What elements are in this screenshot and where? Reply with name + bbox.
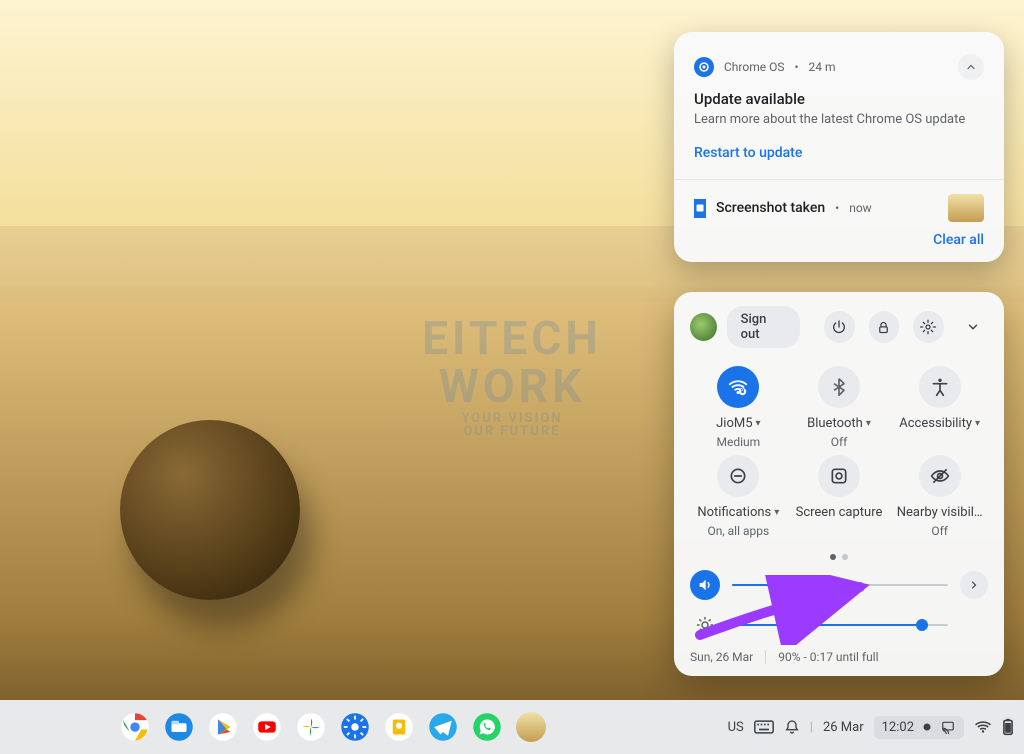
volume-icon[interactable] bbox=[690, 570, 720, 600]
tile-notifications[interactable]: Notifications▾ On, all apps bbox=[690, 455, 787, 538]
collapse-notification-button[interactable] bbox=[958, 54, 984, 80]
app-settings[interactable] bbox=[340, 712, 370, 742]
app-files[interactable] bbox=[164, 712, 194, 742]
app-telegram[interactable] bbox=[428, 712, 458, 742]
app-youtube[interactable] bbox=[252, 712, 282, 742]
volume-slider[interactable] bbox=[732, 584, 948, 586]
notification-screenshot[interactable]: Screenshot taken • now bbox=[690, 186, 988, 226]
chrome-os-icon bbox=[694, 57, 714, 77]
qs-battery-status: 90% - 0:17 until full bbox=[778, 650, 878, 664]
restart-to-update-button[interactable]: Restart to update bbox=[694, 145, 802, 161]
chevron-down-icon: ▾ bbox=[866, 418, 871, 429]
app-keep[interactable] bbox=[384, 712, 414, 742]
notification-panel: Chrome OS • 24 m Update available Learn … bbox=[674, 32, 1004, 262]
user-avatar[interactable] bbox=[690, 313, 717, 341]
qs-date: Sun, 26 Mar bbox=[690, 650, 753, 664]
screenshot-icon bbox=[694, 199, 706, 218]
app-photos[interactable] bbox=[296, 712, 326, 742]
night-light-icon bbox=[920, 720, 934, 734]
notification-age: now bbox=[849, 201, 872, 215]
shelf-apps bbox=[120, 712, 546, 742]
tile-bluetooth[interactable]: Bluetooth▾ Off bbox=[791, 366, 888, 449]
status-area[interactable]: US | 26 Mar 12:02 bbox=[728, 716, 1014, 739]
battery-status-icon bbox=[1002, 718, 1014, 736]
virtual-keyboard-icon[interactable] bbox=[754, 720, 774, 734]
tile-nearby-visibility[interactable]: Nearby visibil… Off bbox=[891, 455, 988, 538]
shelf-time: 12:02 bbox=[882, 720, 914, 735]
wallpaper-boulder bbox=[120, 420, 300, 600]
screenshot-thumbnail[interactable] bbox=[948, 194, 984, 222]
app-chrome[interactable] bbox=[120, 712, 150, 742]
quick-settings-panel: Sign out JioM5▾ Medium Bluetoot bbox=[674, 292, 1004, 676]
shelf-clock-area[interactable]: 12:02 bbox=[874, 716, 964, 739]
tile-wifi[interactable]: JioM5▾ Medium bbox=[690, 366, 787, 449]
notification-update[interactable]: Chrome OS • 24 m Update available Learn … bbox=[690, 48, 988, 173]
screen-capture-icon bbox=[818, 455, 860, 497]
wifi-status-icon bbox=[974, 720, 992, 734]
volume-slider-row bbox=[690, 570, 988, 600]
chevron-down-icon: ▾ bbox=[975, 418, 980, 429]
bluetooth-icon bbox=[818, 366, 860, 408]
power-button[interactable] bbox=[824, 311, 854, 343]
collapse-qs-button[interactable] bbox=[958, 311, 988, 343]
tile-screen-capture[interactable]: Screen capture bbox=[791, 455, 888, 538]
shelf-lang[interactable]: US bbox=[728, 720, 744, 735]
clear-all-button[interactable]: Clear all bbox=[690, 226, 988, 254]
visibility-off-icon bbox=[919, 455, 961, 497]
shelf: US | 26 Mar 12:02 bbox=[0, 700, 1024, 754]
notification-title: Screenshot taken bbox=[716, 200, 825, 216]
audio-settings-button[interactable] bbox=[960, 571, 988, 599]
app-play-store[interactable] bbox=[208, 712, 238, 742]
notification-app-name: Chrome OS bbox=[724, 60, 784, 74]
app-wallpaper[interactable] bbox=[516, 712, 546, 742]
notifications-icon[interactable] bbox=[784, 719, 800, 735]
page-dots[interactable] bbox=[690, 554, 988, 560]
settings-button[interactable] bbox=[913, 311, 943, 343]
tile-accessibility[interactable]: Accessibility▾ bbox=[891, 366, 988, 449]
lock-button[interactable] bbox=[869, 311, 899, 343]
shelf-date[interactable]: 26 Mar bbox=[823, 720, 864, 735]
chevron-down-icon: ▾ bbox=[756, 418, 761, 429]
accessibility-icon bbox=[919, 366, 961, 408]
dnd-icon bbox=[717, 455, 759, 497]
notification-title: Update available bbox=[694, 90, 984, 108]
cast-icon bbox=[940, 720, 956, 734]
brightness-icon[interactable] bbox=[690, 610, 720, 640]
app-whatsapp[interactable] bbox=[472, 712, 502, 742]
notification-age: 24 m bbox=[809, 60, 836, 74]
chevron-down-icon: ▾ bbox=[774, 507, 779, 518]
brightness-slider[interactable] bbox=[732, 624, 948, 626]
wifi-icon bbox=[717, 366, 759, 408]
brightness-slider-row bbox=[690, 610, 988, 640]
sign-out-button[interactable]: Sign out bbox=[727, 306, 801, 348]
notification-body: Learn more about the latest Chrome OS up… bbox=[694, 112, 984, 127]
